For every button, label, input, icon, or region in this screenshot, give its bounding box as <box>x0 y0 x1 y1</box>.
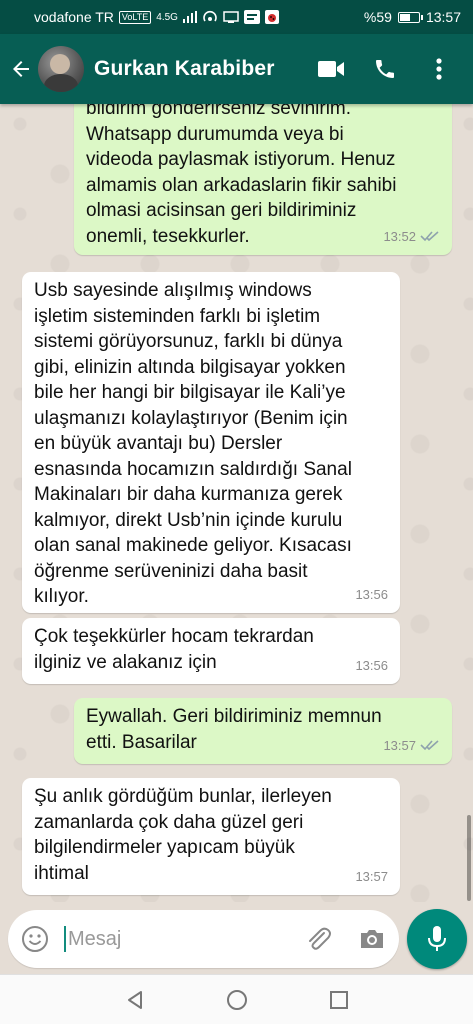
carrier-name: vodafone TR <box>34 9 114 25</box>
app-notification-icon <box>243 10 260 24</box>
message-bubble-incoming[interactable]: Usb sayesinde alışılmış windows işletim … <box>22 272 400 613</box>
volte-badge: VoLTE <box>118 10 152 24</box>
contact-avatar[interactable] <box>38 46 84 92</box>
scrollbar[interactable] <box>467 815 471 901</box>
read-receipt-icon <box>420 231 439 242</box>
message-meta: 13:57 <box>383 733 440 759</box>
attach-icon[interactable] <box>303 924 333 954</box>
clock: 13:57 <box>425 9 461 25</box>
mic-icon <box>428 926 447 951</box>
message-time: 13:57 <box>355 868 388 884</box>
read-receipt-icon <box>420 740 439 751</box>
emoji-icon[interactable] <box>20 924 50 954</box>
message-time: 13:56 <box>355 657 388 673</box>
composer-bar <box>0 904 473 974</box>
message-bubble-outgoing[interactable]: bildirim gonderirseniz sevinirim. Whatsa… <box>74 104 452 255</box>
more-vert-icon[interactable] <box>419 49 459 89</box>
message-bubble-outgoing[interactable]: Eywallah. Geri bildiriminiz memnun etti.… <box>74 698 452 764</box>
chat-area[interactable]: bildirim gonderirseniz sevinirim. Whatsa… <box>0 104 473 902</box>
message-time: 13:57 <box>383 737 416 753</box>
back-arrow-icon[interactable] <box>8 56 34 82</box>
hotspot-icon <box>203 10 217 22</box>
nav-back-icon[interactable] <box>122 987 148 1013</box>
video-call-icon[interactable] <box>311 49 351 89</box>
mic-button[interactable] <box>407 909 467 969</box>
screen-cast-icon <box>223 11 239 23</box>
status-right: %59 13:57 <box>364 9 461 25</box>
message-input[interactable] <box>68 927 268 951</box>
message-text: Usb sayesinde alışılmış windows işletim … <box>34 280 352 607</box>
message-meta: 13:56 <box>355 582 388 608</box>
battery-level-fill <box>399 13 410 21</box>
nav-home-icon[interactable] <box>224 987 250 1013</box>
camera-icon[interactable] <box>357 924 387 954</box>
network-type: 4.5G <box>156 11 178 23</box>
system-nav-bar <box>0 974 473 1024</box>
message-bubble-incoming[interactable]: Şu anlık gördüğüm bunlar, ilerleyen zama… <box>22 778 400 895</box>
message-time: 13:52 <box>383 228 416 244</box>
message-bubble-incoming[interactable]: Çok teşekkürler hocam tekrardan ilginiz … <box>22 618 400 684</box>
signal-icon <box>182 11 197 23</box>
contact-name[interactable]: Gurkan Karabiber <box>94 57 297 81</box>
phone-call-icon[interactable] <box>365 49 405 89</box>
status-bar: vodafone TR VoLTE 4.5G %59 13:57 <box>0 0 473 34</box>
status-left: vodafone TR VoLTE 4.5G <box>34 9 279 25</box>
message-text: Çok teşekkürler hocam tekrardan ilginiz … <box>34 626 314 673</box>
battery-icon <box>397 11 423 23</box>
nav-recents-icon[interactable] <box>326 987 352 1013</box>
battery-percent: %59 <box>363 9 392 25</box>
message-text: Şu anlık gördüğüm bunlar, ilerleyen zama… <box>34 786 332 884</box>
message-meta: 13:52 <box>383 224 440 250</box>
chat-header: Gurkan Karabiber <box>0 34 473 104</box>
ladybug-icon <box>264 10 279 24</box>
message-meta: 13:56 <box>355 653 388 679</box>
text-caret <box>64 926 66 952</box>
message-meta: 13:57 <box>355 864 388 890</box>
message-input-container[interactable] <box>8 910 400 968</box>
message-time: 13:56 <box>355 586 388 602</box>
